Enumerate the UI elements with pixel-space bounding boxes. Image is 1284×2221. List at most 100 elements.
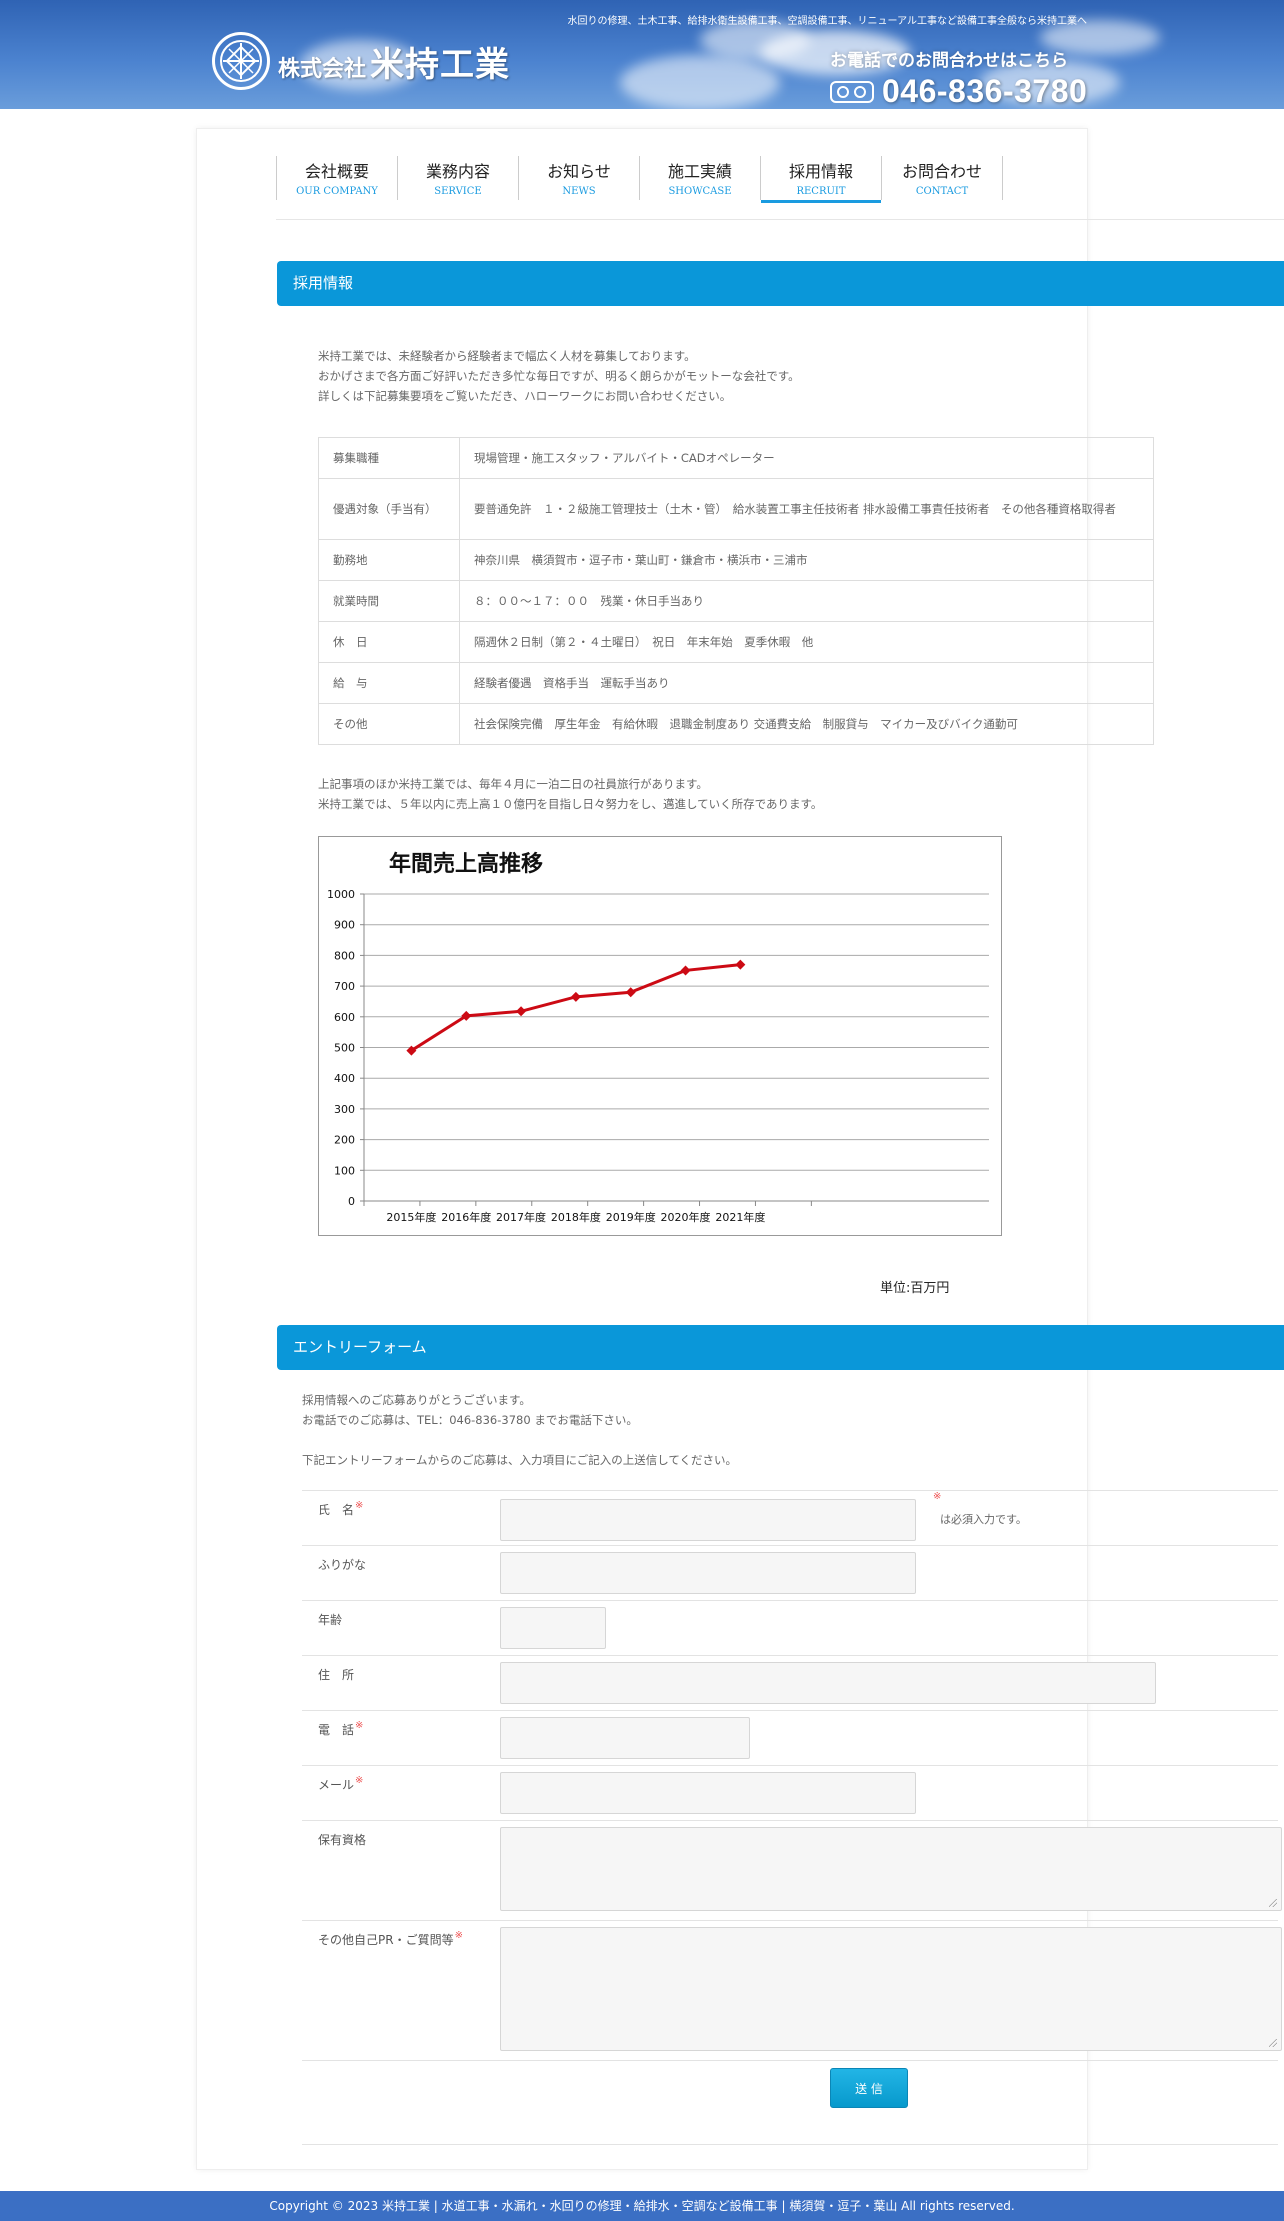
recruit-note-line: 米持工業では、５年以内に売上高１０億円を目指し日々努力をし、邁進していく所存であ… [318,797,823,811]
input-email[interactable] [500,1772,916,1814]
required-legend-mark: ※ [933,1491,942,1502]
entry-intro-line: 採用情報へのご応募ありがとうございます。 [302,1393,531,1407]
nav-item-recruit[interactable]: 採用情報 RECRUIT [760,156,881,203]
submit-button[interactable]: 送 信 [830,2068,908,2108]
entry-intro: 採用情報へのご応募ありがとうございます。 お電話でのご応募は、TEL：046-8… [302,1390,638,1430]
row-value: 社会保険完備 厚生年金 有給休暇 退職金制度あり 交通費支給 制服貸与 マイカー… [459,703,1154,745]
y-tick-label: 600 [334,1011,355,1024]
nav-item-service[interactable]: 業務内容 SERVICE [397,156,518,200]
input-address[interactable] [500,1662,1156,1704]
form-label-text: 住 所 [318,1668,355,1682]
site-footer: Copyright © 2023 米持工業 | 水道工事・水漏れ・水回りの修理・… [0,2191,1284,2221]
nav-sublabel: RECRUIT [796,186,846,197]
recruit-table: 募集職種 現場管理・施工スタッフ・アルバイト・CADオペレーター 優遇対象（手当有… [318,437,1154,745]
input-phone[interactable] [500,1717,750,1759]
entry-intro-line: お電話でのご応募は、TEL：046-836-3780 までお電話下さい。 [302,1413,638,1427]
row-key: 給 与 [318,662,460,704]
required-mark: ※ [355,1775,364,1786]
x-tick-label: 2017年度 [496,1210,546,1224]
nav-label: 採用情報 [788,162,853,181]
data-point [570,991,581,1002]
textarea-qualifications[interactable] [500,1827,1282,1911]
y-tick-label: 300 [334,1103,355,1116]
nav-item-our-company[interactable]: 会社概要 OUR COMPANY [276,156,397,200]
form-label-text: 年齢 [318,1613,343,1627]
y-tick-label: 400 [334,1072,355,1085]
form-label-qualifications: 保有資格 [318,1831,366,1848]
input-furigana[interactable] [500,1552,916,1594]
recruit-note-line: 上記事項のほか米持工業では、毎年４月に一泊二日の社員旅行があります。 [318,777,708,791]
form-label-text: 保有資格 [318,1833,367,1847]
data-point [735,959,746,970]
header-phone: お電話でのお問合わせはこちら 046-836-3780 [830,46,1087,109]
nav-label: お問合わせ [901,162,982,181]
table-row: 就業時間 ８：００〜１７：００ 残業・休日手当あり [318,580,1154,622]
nav-item-contact[interactable]: お問合わせ CONTACT [881,156,1003,200]
recruit-notes: 上記事項のほか米持工業では、毎年４月に一泊二日の社員旅行があります。 米持工業で… [318,774,822,814]
row-key: その他 [318,703,460,745]
x-tick-label: 2020年度 [661,1210,711,1224]
form-label-name: 氏 名※ [318,1500,364,1518]
table-row: その他 社会保険完備 厚生年金 有給休暇 退職金制度あり 交通費支給 制服貸与 マ… [318,703,1154,745]
nav-item-showcase[interactable]: 施工実績 SHOWCASE [639,156,760,200]
nav-label: 会社概要 [304,162,369,181]
row-value: 現場管理・施工スタッフ・アルバイト・CADオペレーター [459,437,1154,479]
row-value: 隔週休２日制（第２・４土曜日） 祝日 年末年始 夏季休暇 他 [459,621,1154,663]
x-tick-label: 2015年度 [386,1210,436,1224]
entry-instruction-line: 下記エントリーフォームからのご応募は、入力項目にご記入の上送信してください。 [302,1453,738,1467]
chart-unit-label: 単位:百万円 [880,1281,950,1296]
nav-item-news[interactable]: お知らせ NEWS [518,156,639,200]
data-point [680,965,691,976]
textarea-self-pr[interactable] [500,1927,1282,2051]
resize-handle-icon[interactable] [1269,2039,1277,2047]
entry-instruction: 下記エントリーフォームからのご応募は、入力項目にご記入の上送信してください。 [302,1450,737,1470]
phone-label: お電話でのお問合わせはこちら [830,51,1068,71]
y-tick-label: 900 [334,919,355,932]
form-label-self-pr: その他自己PR・ご質問等※ [318,1930,463,1948]
form-label-text: 氏 名 [318,1503,355,1517]
table-row: 休 日隔週休２日制（第２・４土曜日） 祝日 年末年始 夏季休暇 他 [318,621,1154,663]
form-row-self-pr: その他自己PR・ご質問等※ [302,1920,1282,2061]
form-label-text: ふりがな [318,1558,367,1572]
row-key: 勤務地 [318,539,460,581]
nav-label: 施工実績 [667,162,732,181]
form-row-phone: 電 話※ [302,1710,1278,1766]
row-key: 優遇対象（手当有） [318,478,460,540]
global-nav: 会社概要 OUR COMPANY 業務内容 SERVICE お知らせ NEWS 施工実績 SH… [276,156,1003,203]
row-value: 経験者優遇 資格手当 運転手当あり [459,662,1154,704]
input-age[interactable] [500,1607,606,1649]
nav-divider [276,219,1284,220]
form-label-address: 住 所 [318,1666,354,1683]
form-bottom-divider [302,2144,1278,2145]
logo-emblem-icon [212,32,270,90]
x-tick-label: 2016年度 [441,1210,491,1224]
y-tick-label: 500 [334,1042,355,1055]
form-label-furigana: ふりがな [318,1556,366,1573]
resize-handle-icon[interactable] [1269,1899,1277,1907]
nav-sublabel: SERVICE [434,186,482,197]
phone-number[interactable]: 046-836-3780 [882,73,1087,109]
required-mark: ※ [355,1500,364,1511]
form-label-email: メール※ [318,1775,364,1793]
site-header: 水回りの修理、土木工事、給排水衛生設備工事、空調設備工事、リニューアル工事など設… [0,0,1284,109]
y-tick-label: 800 [334,949,355,962]
input-name[interactable] [500,1499,916,1541]
nav-sublabel: CONTACT [915,186,969,197]
free-dial-icon [830,80,874,103]
x-tick-label: 2018年度 [551,1210,601,1224]
y-tick-label: 1000 [327,888,355,901]
form-label-age: 年齢 [318,1611,342,1628]
form-label-text: 電 話 [318,1723,355,1737]
nav-sublabel: SHOWCASE [668,186,732,197]
row-key: 休 日 [318,621,460,663]
form-label-text: その他自己PR・ご質問等 [318,1933,454,1947]
y-tick-label: 700 [334,980,355,993]
site-logo[interactable]: 株式会社 米持工業 [212,32,510,90]
form-row-address: 住 所 [302,1655,1278,1711]
sales-chart: 年間売上高推移 0 100 200 300 400 500 600 700 800 900 1000 2… [318,836,1002,1236]
row-value: 要普通免許 １・２級施工管理技士（土木・管） 給水装置工事主任技術者 排水設備工… [459,478,1154,540]
table-row: 募集職種 現場管理・施工スタッフ・アルバイト・CADオペレーター [318,437,1154,479]
y-tick-label: 200 [334,1134,355,1147]
chart-title: 年間売上高推移 [389,851,543,877]
y-tick-label: 0 [348,1195,355,1208]
